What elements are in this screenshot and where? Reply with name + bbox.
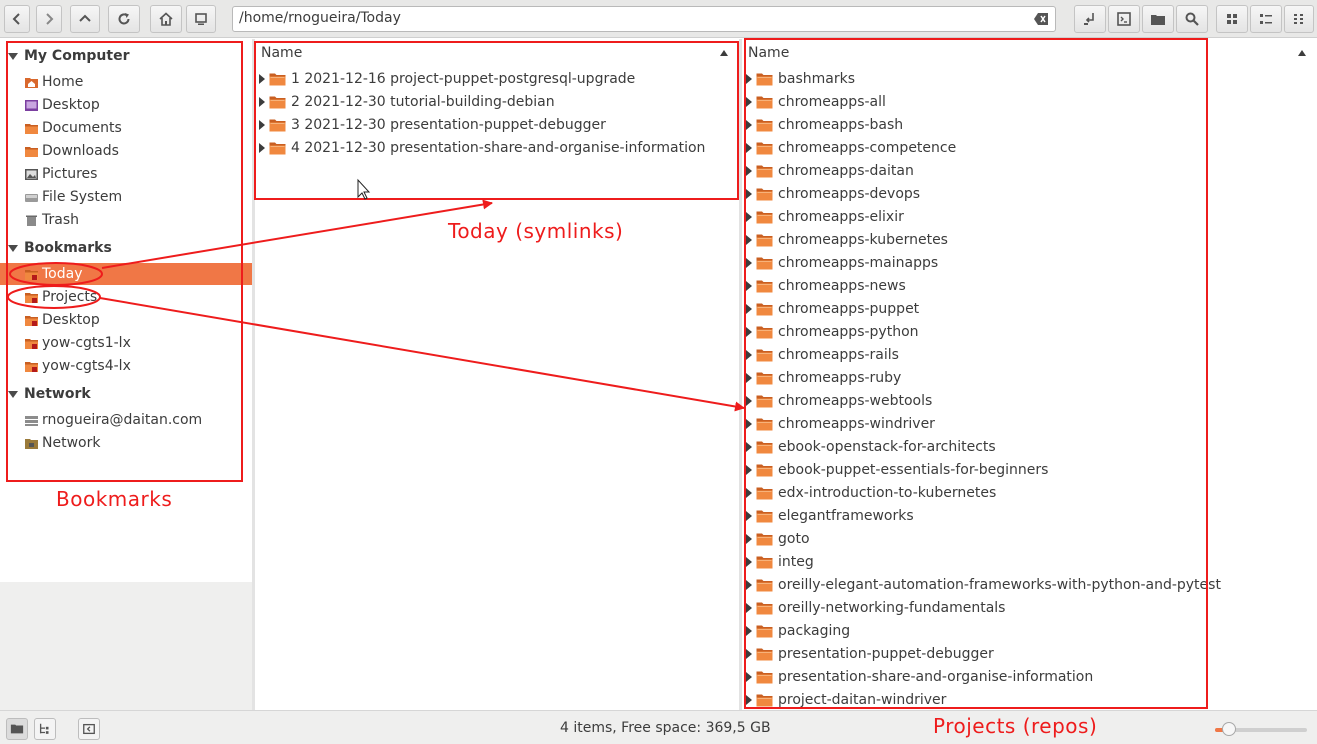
home-icon <box>159 12 173 26</box>
bookmarks-annotation-label: Bookmarks <box>56 487 173 511</box>
home-button[interactable] <box>150 5 182 33</box>
reload-button[interactable] <box>108 5 140 33</box>
sort-ascending-icon <box>1298 50 1306 56</box>
open-terminal-icon <box>1084 13 1094 25</box>
zoom-slider-knob[interactable] <box>1221 722 1236 736</box>
compact-view-button[interactable] <box>1250 5 1282 33</box>
list-view-button[interactable] <box>1284 5 1314 33</box>
sidebar-toggle-icon <box>83 723 95 735</box>
up-button[interactable] <box>70 5 100 33</box>
terminal-icon <box>1117 12 1131 26</box>
back-button[interactable] <box>4 5 30 33</box>
terminal-button[interactable] <box>1108 5 1140 33</box>
pane-separator[interactable] <box>739 39 742 710</box>
hide-sidebar-button[interactable] <box>78 718 100 740</box>
folder-icon <box>10 724 24 734</box>
toolbar: /home/rnogueira/Today <box>0 0 1317 38</box>
computer-button[interactable] <box>186 5 216 33</box>
projects-annotation-box <box>744 38 1208 709</box>
compact-view-icon <box>1260 14 1272 24</box>
folder-open-icon <box>1151 15 1165 25</box>
tree-icon <box>39 723 49 734</box>
forward-button[interactable] <box>36 5 62 33</box>
bookmarks-annotation-box <box>6 41 243 482</box>
show-places-button[interactable] <box>6 718 28 740</box>
icon-view-button[interactable] <box>1216 5 1248 33</box>
today-annotation-box <box>254 41 739 200</box>
sidebar-empty-area <box>0 582 252 710</box>
up-icon <box>79 14 91 22</box>
forward-icon <box>46 13 54 25</box>
open-terminal-button[interactable] <box>1074 5 1106 33</box>
search-button[interactable] <box>1176 5 1208 33</box>
search-icon <box>1185 12 1199 26</box>
list-view-icon <box>1294 14 1303 24</box>
zoom-slider[interactable] <box>1215 722 1307 736</box>
icon-view-icon <box>1227 14 1237 24</box>
projects-annotation-label: Projects (repos) <box>933 714 1098 738</box>
today-annotation-label: Today (symlinks) <box>448 219 624 243</box>
location-path: /home/rnogueira/Today <box>239 10 401 26</box>
computer-icon <box>195 13 207 25</box>
show-tree-button[interactable] <box>34 718 56 740</box>
reload-icon <box>118 13 130 25</box>
location-bar[interactable]: /home/rnogueira/Today <box>232 6 1056 32</box>
status-bar: 4 items, Free space: 369,5 GB <box>0 710 1317 744</box>
clear-icon[interactable] <box>1033 12 1049 26</box>
back-icon <box>12 13 20 25</box>
folder-open-button[interactable] <box>1142 5 1174 33</box>
status-text: 4 items, Free space: 369,5 GB <box>560 720 771 736</box>
